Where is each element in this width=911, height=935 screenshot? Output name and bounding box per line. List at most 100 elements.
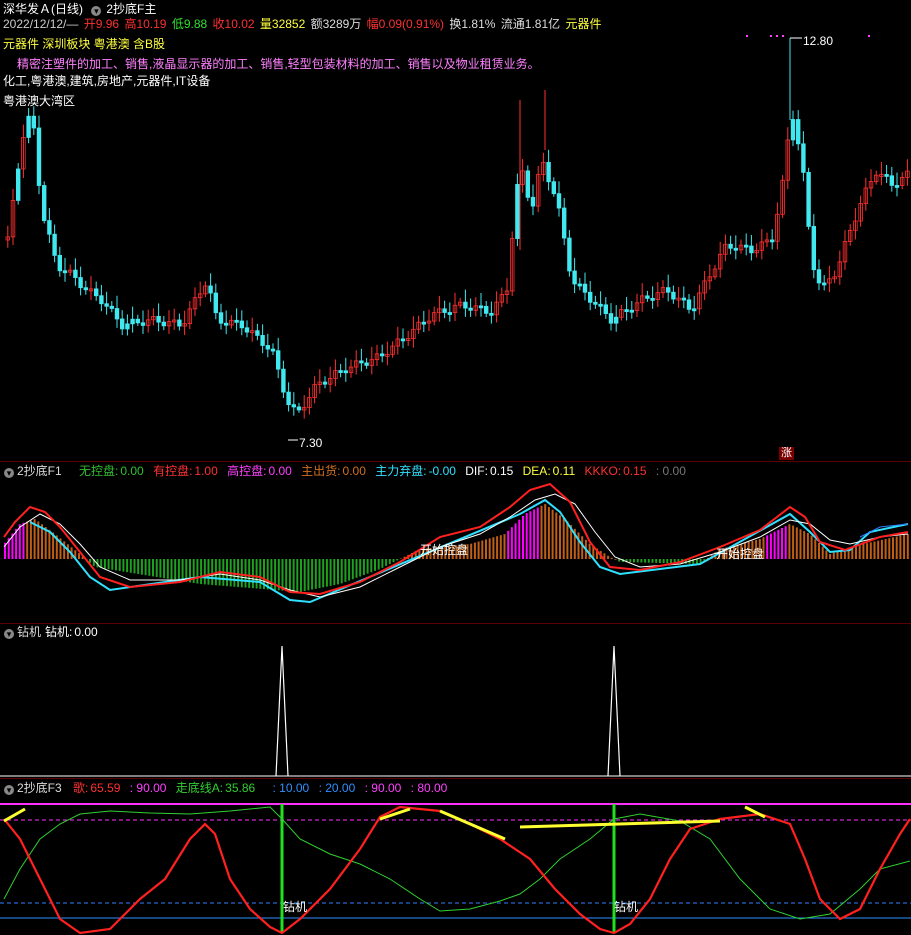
f1-extra-value: : 0.00 <box>655 464 686 478</box>
candle-body <box>57 254 62 272</box>
candle-body <box>681 297 686 301</box>
candlestick-chart[interactable] <box>0 0 911 460</box>
candle-body <box>551 181 556 195</box>
f1-dif-value: 0.15 <box>489 464 514 478</box>
candle-body <box>83 287 88 291</box>
f3-v10: : 10.00 <box>272 781 310 795</box>
candle-body <box>468 307 473 311</box>
f3-zoudi-label: 走底线A: <box>175 781 224 795</box>
candle-body <box>125 323 130 330</box>
candle-body <box>749 245 754 254</box>
candle-body <box>15 168 21 201</box>
candle-body <box>99 295 104 305</box>
f1-dea-value: 0.11 <box>552 464 576 478</box>
candle-body <box>770 239 775 243</box>
f3-v90a: : 90.00 <box>129 781 167 795</box>
settings-icon[interactable]: ▾ <box>4 468 14 478</box>
candle-body <box>156 315 161 323</box>
candle-body <box>234 319 239 323</box>
candle-body <box>275 350 281 370</box>
candle-body <box>260 335 265 346</box>
candle-body <box>42 185 47 221</box>
drill-signal-chart[interactable] <box>0 642 911 777</box>
candle-body <box>796 119 801 145</box>
candle-body <box>603 304 608 314</box>
settings-icon[interactable]: ▾ <box>4 785 14 795</box>
candle-body <box>218 312 224 324</box>
candle-body <box>614 316 619 324</box>
yellow-highlight <box>519 819 721 829</box>
candle-body <box>629 309 634 313</box>
settings-icon[interactable]: ▾ <box>4 629 14 639</box>
f3-zoudi-value: 35.86 <box>225 781 256 795</box>
signal-dot <box>746 35 748 37</box>
candle-body <box>598 303 603 307</box>
f3-ge-label: 歌: <box>73 781 89 795</box>
candle-body <box>483 305 489 314</box>
f3-v80: : 80.00 <box>410 781 448 795</box>
candle-body <box>692 308 697 312</box>
candle-body <box>213 292 218 314</box>
candle-body <box>811 225 816 271</box>
candle-body <box>608 313 614 324</box>
candle-body <box>359 360 364 364</box>
candle-body <box>239 320 244 329</box>
candle-body <box>894 185 900 188</box>
drill-name[interactable]: 钻机 <box>17 625 41 639</box>
candle-body <box>135 318 140 324</box>
candle-body <box>624 309 629 313</box>
signal-dot <box>868 35 870 37</box>
candle-body <box>671 291 676 300</box>
f1-wukong-label: 无控盘: <box>79 464 119 478</box>
candle-body <box>208 285 213 294</box>
candle-body <box>265 345 270 350</box>
candle-body <box>177 319 182 327</box>
panel-divider <box>0 461 911 462</box>
candle-body <box>806 171 811 227</box>
f1-kkko-value: 0.15 <box>623 464 647 478</box>
f1-gaokong-value: 0.00 <box>268 464 292 478</box>
f1-dif-label: DIF: <box>465 464 488 478</box>
candle-body <box>343 370 348 374</box>
signal-dot <box>782 35 784 37</box>
candle-body <box>567 237 572 272</box>
candle-body <box>463 301 468 309</box>
candle-body <box>421 321 426 325</box>
f3-v90b: : 90.00 <box>364 781 402 795</box>
candle-body <box>572 270 577 285</box>
candle-body <box>733 247 738 251</box>
candle-body <box>244 327 250 333</box>
candle-body <box>562 207 567 239</box>
f1-qipan-value: -0.00 <box>428 464 456 478</box>
candle-body <box>120 318 125 330</box>
f3-name[interactable]: 2抄底F3 <box>17 781 62 795</box>
f1-kkko-label: KKKO: <box>584 464 622 478</box>
candle-body <box>296 406 302 411</box>
candle-body <box>515 184 520 239</box>
f3-header: ▾ 2抄底F3 歌: 65.59 : 90.00 走底线A: 35.86 : 10.0… <box>0 780 911 797</box>
candle-body <box>104 303 109 307</box>
candle-body <box>291 404 296 408</box>
candle-body <box>790 119 796 141</box>
candle-body <box>442 308 447 313</box>
f1-header: ▾ 2抄底F1 无控盘: 0.00 有控盘: 1.00 高控盘: 0.00 主出货: 0.… <box>0 463 911 480</box>
low-price-label: 7.30 <box>299 436 323 450</box>
candle-body <box>686 299 692 310</box>
signal-dot <box>770 35 772 37</box>
f1-gaokong-label: 高控盘: <box>227 464 267 478</box>
yellow-highlight <box>439 809 506 841</box>
f1-name[interactable]: 2抄底F1 <box>17 464 62 478</box>
qipan-line <box>29 498 909 604</box>
candle-body <box>884 174 889 177</box>
f1-dea-label: DEA: <box>522 464 551 478</box>
panel-divider <box>0 778 911 779</box>
drill-spike <box>607 645 621 777</box>
f3-oscillator-chart[interactable] <box>0 799 911 935</box>
candle-body <box>114 308 120 320</box>
candle-body <box>338 370 343 373</box>
f3-v20: : 20.00 <box>318 781 356 795</box>
f1-qipan-label: 主力弃盘: <box>375 464 427 478</box>
f1-zhuchu-label: 主出货: <box>301 464 341 478</box>
candle-body <box>73 269 78 278</box>
candle-body <box>286 391 291 406</box>
